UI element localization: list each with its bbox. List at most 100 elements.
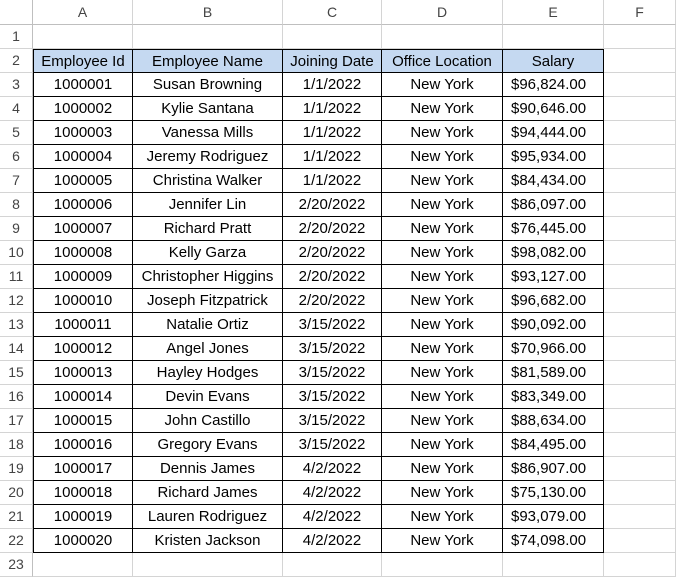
- cell-id[interactable]: 1000004: [33, 145, 133, 169]
- empty-cell[interactable]: [604, 337, 676, 361]
- cell-location[interactable]: New York: [382, 121, 503, 145]
- cell-id[interactable]: 1000006: [33, 193, 133, 217]
- cell-date[interactable]: 1/1/2022: [283, 145, 382, 169]
- row-header-15[interactable]: 15: [0, 361, 33, 385]
- row-header-14[interactable]: 14: [0, 337, 33, 361]
- empty-cell[interactable]: [382, 553, 503, 577]
- empty-cell[interactable]: [604, 385, 676, 409]
- cell-name[interactable]: Christina Walker: [133, 169, 283, 193]
- row-header-20[interactable]: 20: [0, 481, 33, 505]
- row-header-19[interactable]: 19: [0, 457, 33, 481]
- cell-date[interactable]: 3/15/2022: [283, 337, 382, 361]
- row-header-17[interactable]: 17: [0, 409, 33, 433]
- row-header-12[interactable]: 12: [0, 289, 33, 313]
- cell-date[interactable]: 1/1/2022: [283, 97, 382, 121]
- cell-name[interactable]: Jeremy Rodriguez: [133, 145, 283, 169]
- row-header-18[interactable]: 18: [0, 433, 33, 457]
- cell-date[interactable]: 2/20/2022: [283, 217, 382, 241]
- row-header-1[interactable]: 1: [0, 25, 33, 49]
- cell-location[interactable]: New York: [382, 217, 503, 241]
- cell-salary[interactable]: $81,589.00: [503, 361, 604, 385]
- row-header-13[interactable]: 13: [0, 313, 33, 337]
- cell-date[interactable]: 3/15/2022: [283, 385, 382, 409]
- cell-location[interactable]: New York: [382, 481, 503, 505]
- cell-name[interactable]: Kelly Garza: [133, 241, 283, 265]
- cell-date[interactable]: 3/15/2022: [283, 433, 382, 457]
- column-header-d[interactable]: D: [382, 0, 503, 25]
- cell-location[interactable]: New York: [382, 265, 503, 289]
- empty-cell[interactable]: [604, 97, 676, 121]
- cell-location[interactable]: New York: [382, 409, 503, 433]
- cell-location[interactable]: New York: [382, 97, 503, 121]
- empty-cell[interactable]: [604, 73, 676, 97]
- empty-cell[interactable]: [604, 361, 676, 385]
- cell-date[interactable]: 2/20/2022: [283, 193, 382, 217]
- cell-salary[interactable]: $84,434.00: [503, 169, 604, 193]
- empty-cell[interactable]: [604, 217, 676, 241]
- cell-salary[interactable]: $93,127.00: [503, 265, 604, 289]
- cell-id[interactable]: 1000005: [33, 169, 133, 193]
- column-header-e[interactable]: E: [503, 0, 604, 25]
- column-header-b[interactable]: B: [133, 0, 283, 25]
- column-title-location[interactable]: Office Location: [382, 49, 503, 73]
- cell-id[interactable]: 1000020: [33, 529, 133, 553]
- cell-id[interactable]: 1000014: [33, 385, 133, 409]
- cell-id[interactable]: 1000007: [33, 217, 133, 241]
- cell-salary[interactable]: $86,097.00: [503, 193, 604, 217]
- row-header-9[interactable]: 9: [0, 217, 33, 241]
- cell-date[interactable]: 4/2/2022: [283, 505, 382, 529]
- row-header-5[interactable]: 5: [0, 121, 33, 145]
- empty-cell[interactable]: [604, 265, 676, 289]
- cell-name[interactable]: Vanessa Mills: [133, 121, 283, 145]
- cell-date[interactable]: 1/1/2022: [283, 73, 382, 97]
- cell-name[interactable]: Hayley Hodges: [133, 361, 283, 385]
- cell-id[interactable]: 1000002: [33, 97, 133, 121]
- empty-cell[interactable]: [604, 145, 676, 169]
- column-header-c[interactable]: C: [283, 0, 382, 25]
- cell-location[interactable]: New York: [382, 289, 503, 313]
- cell-location[interactable]: New York: [382, 505, 503, 529]
- row-header-22[interactable]: 22: [0, 529, 33, 553]
- row-header-23[interactable]: 23: [0, 553, 33, 577]
- cell-salary[interactable]: $93,079.00: [503, 505, 604, 529]
- column-title-salary[interactable]: Salary: [503, 49, 604, 73]
- cell-name[interactable]: Gregory Evans: [133, 433, 283, 457]
- cell-location[interactable]: New York: [382, 385, 503, 409]
- empty-cell[interactable]: [604, 457, 676, 481]
- row-header-7[interactable]: 7: [0, 169, 33, 193]
- row-header-11[interactable]: 11: [0, 265, 33, 289]
- cell-salary[interactable]: $74,098.00: [503, 529, 604, 553]
- cell-id[interactable]: 1000008: [33, 241, 133, 265]
- cell-location[interactable]: New York: [382, 529, 503, 553]
- cell-name[interactable]: Angel Jones: [133, 337, 283, 361]
- cell-salary[interactable]: $96,824.00: [503, 73, 604, 97]
- cell-id[interactable]: 1000019: [33, 505, 133, 529]
- cell-id[interactable]: 1000016: [33, 433, 133, 457]
- cell-salary[interactable]: $76,445.00: [503, 217, 604, 241]
- empty-cell[interactable]: [604, 241, 676, 265]
- cell-salary[interactable]: $98,082.00: [503, 241, 604, 265]
- cell-date[interactable]: 2/20/2022: [283, 265, 382, 289]
- row-header-8[interactable]: 8: [0, 193, 33, 217]
- cell-id[interactable]: 1000018: [33, 481, 133, 505]
- cell-salary[interactable]: $96,682.00: [503, 289, 604, 313]
- cell-location[interactable]: New York: [382, 145, 503, 169]
- column-title-id[interactable]: Employee Id: [33, 49, 133, 73]
- cell-location[interactable]: New York: [382, 457, 503, 481]
- cell-name[interactable]: Lauren Rodriguez: [133, 505, 283, 529]
- cell-id[interactable]: 1000010: [33, 289, 133, 313]
- cell-name[interactable]: Dennis James: [133, 457, 283, 481]
- cell-date[interactable]: 3/15/2022: [283, 409, 382, 433]
- cell-id[interactable]: 1000001: [33, 73, 133, 97]
- cell-name[interactable]: Richard James: [133, 481, 283, 505]
- cell-salary[interactable]: $95,934.00: [503, 145, 604, 169]
- empty-cell[interactable]: [604, 553, 676, 577]
- cell-id[interactable]: 1000003: [33, 121, 133, 145]
- empty-cell[interactable]: [503, 553, 604, 577]
- cell-salary[interactable]: $83,349.00: [503, 385, 604, 409]
- cell-id[interactable]: 1000017: [33, 457, 133, 481]
- empty-cell[interactable]: [604, 409, 676, 433]
- empty-cell[interactable]: [33, 553, 133, 577]
- column-title-date[interactable]: Joining Date: [283, 49, 382, 73]
- cell-date[interactable]: 2/20/2022: [283, 241, 382, 265]
